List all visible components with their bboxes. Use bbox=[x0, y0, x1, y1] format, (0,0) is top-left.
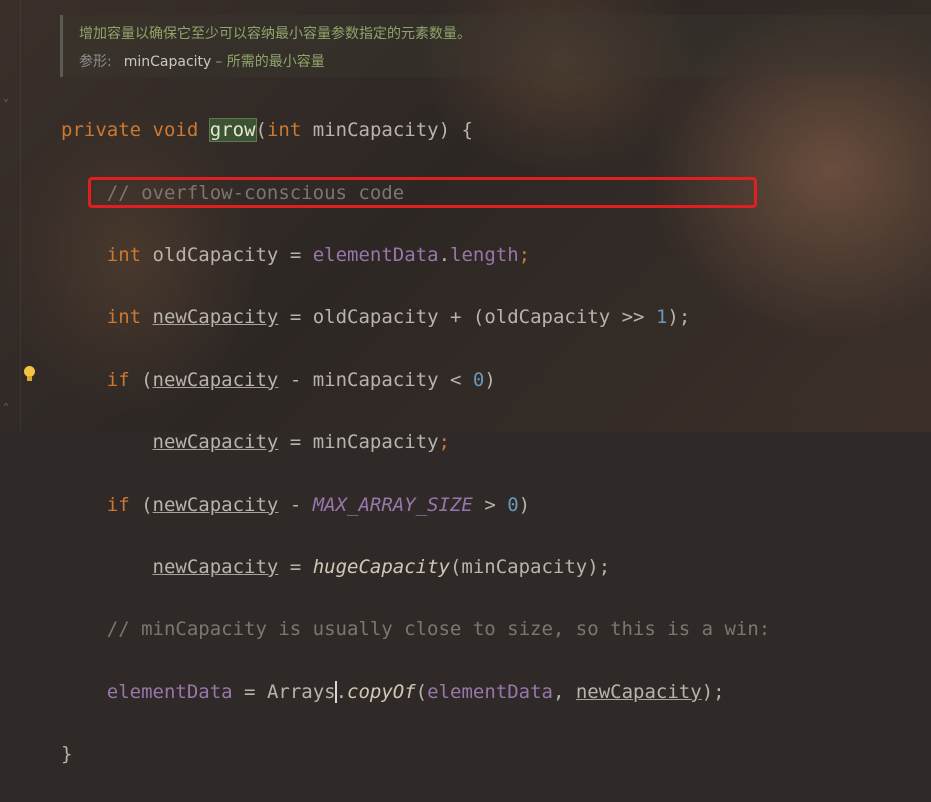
code-line-1: private void grow(int minCapacity) { bbox=[61, 118, 473, 143]
code-line-4: int newCapacity = oldCapacity + (oldCapa… bbox=[106, 306, 691, 329]
javadoc-popup: 增加容量以确保它至少可以容纳最小容量参数指定的元素数量。 参形: minCapac… bbox=[60, 15, 931, 77]
code-line-7: if (newCapacity - MAX_ARRAY_SIZE > 0) bbox=[106, 493, 531, 516]
doc-param-row: 参形: minCapacity – 所需的最小容量 bbox=[79, 51, 325, 71]
lightbulb-icon[interactable] bbox=[22, 366, 36, 382]
code-line-10: elementData = Arrays.copyOf(elementData,… bbox=[106, 680, 725, 704]
doc-param-name: minCapacity bbox=[123, 54, 212, 70]
annotation-highlight-box bbox=[88, 177, 757, 208]
code-line-3: int oldCapacity = elementData.length; bbox=[106, 243, 531, 266]
method-name-grow[interactable]: grow bbox=[208, 118, 257, 143]
code-line-9: // minCapacity is usually close to size,… bbox=[106, 618, 771, 641]
doc-param-tag: 参形: bbox=[79, 54, 112, 70]
code-line-8: newCapacity = hugeCapacity(minCapacity); bbox=[152, 555, 611, 578]
code-line-11: } bbox=[61, 743, 73, 766]
doc-param-desc: – 所需的最小容量 bbox=[215, 54, 325, 70]
fold-marker-icon[interactable]: ⌃ bbox=[3, 402, 13, 414]
code-line-5: if (newCapacity - minCapacity < 0) bbox=[106, 368, 496, 391]
doc-summary: 增加容量以确保它至少可以容纳最小容量参数指定的元素数量。 bbox=[79, 26, 471, 42]
fold-marker-icon[interactable]: ⌄ bbox=[3, 93, 13, 105]
editor-gutter bbox=[0, 0, 21, 432]
